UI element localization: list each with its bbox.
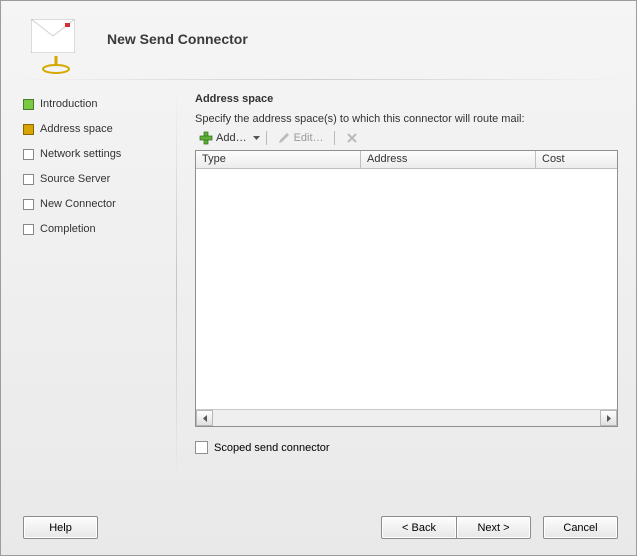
wizard-steps-sidebar: Introduction Address space Network setti…	[1, 81, 176, 500]
toolbar-separator	[266, 131, 267, 145]
step-bullet-current	[23, 124, 34, 135]
column-address[interactable]: Address	[361, 151, 536, 168]
step-label: Address space	[40, 123, 113, 135]
scoped-send-connector-checkbox[interactable]	[195, 441, 208, 454]
wizard-page: Address space Specify the address space(…	[177, 81, 636, 500]
scroll-track[interactable]	[213, 410, 600, 426]
add-button-label: Add…	[216, 132, 247, 144]
wizard-body: Introduction Address space Network setti…	[1, 81, 636, 500]
step-new-connector: New Connector	[23, 193, 166, 215]
step-completion: Completion	[23, 218, 166, 240]
step-network-settings: Network settings	[23, 143, 166, 165]
add-dropdown-arrow[interactable]	[253, 132, 260, 144]
page-instruction: Specify the address space(s) to which th…	[195, 113, 618, 125]
step-label: Network settings	[40, 148, 121, 160]
wizard-title: New Send Connector	[107, 31, 248, 47]
edit-button[interactable]: Edit…	[273, 130, 328, 146]
step-bullet-pending	[23, 224, 34, 235]
edit-button-label: Edit…	[294, 132, 324, 144]
step-bullet-pending	[23, 149, 34, 160]
wizard-footer: Help < Back Next > Cancel	[1, 500, 636, 555]
stand-icon	[41, 56, 71, 74]
list-toolbar: Add… Edit…	[195, 128, 618, 148]
back-button[interactable]: < Back	[381, 516, 456, 539]
wizard-header: New Send Connector	[1, 1, 636, 81]
next-button[interactable]: Next >	[456, 516, 531, 539]
step-label: New Connector	[40, 198, 116, 210]
pencil-icon	[277, 131, 291, 145]
column-type[interactable]: Type	[196, 151, 361, 168]
header-separator	[11, 79, 626, 80]
wizard-window: New Send Connector Introduction Address …	[0, 0, 637, 556]
scroll-left-button[interactable]	[196, 410, 213, 426]
step-label: Introduction	[40, 98, 97, 110]
horizontal-scrollbar[interactable]	[196, 409, 617, 426]
delete-button[interactable]	[341, 130, 363, 146]
page-title: Address space	[195, 93, 618, 105]
nav-button-group: < Back Next >	[381, 516, 531, 539]
plus-icon	[199, 131, 213, 145]
toolbar-separator	[334, 131, 335, 145]
delete-x-icon	[345, 131, 359, 145]
help-button[interactable]: Help	[23, 516, 98, 539]
cancel-button[interactable]: Cancel	[543, 516, 618, 539]
scroll-right-button[interactable]	[600, 410, 617, 426]
envelope-icon	[31, 19, 75, 53]
step-bullet-pending	[23, 174, 34, 185]
step-label: Source Server	[40, 173, 110, 185]
listview-body[interactable]	[196, 169, 617, 409]
step-label: Completion	[40, 223, 96, 235]
column-cost[interactable]: Cost	[536, 151, 617, 168]
step-introduction: Introduction	[23, 93, 166, 115]
step-bullet-pending	[23, 199, 34, 210]
address-space-listview[interactable]: Type Address Cost	[195, 150, 618, 427]
step-source-server: Source Server	[23, 168, 166, 190]
scoped-send-connector-row: Scoped send connector	[195, 441, 618, 454]
step-address-space: Address space	[23, 118, 166, 140]
add-button[interactable]: Add…	[195, 130, 251, 146]
step-bullet-completed	[23, 99, 34, 110]
scoped-send-connector-label: Scoped send connector	[214, 442, 330, 454]
listview-header: Type Address Cost	[196, 151, 617, 169]
